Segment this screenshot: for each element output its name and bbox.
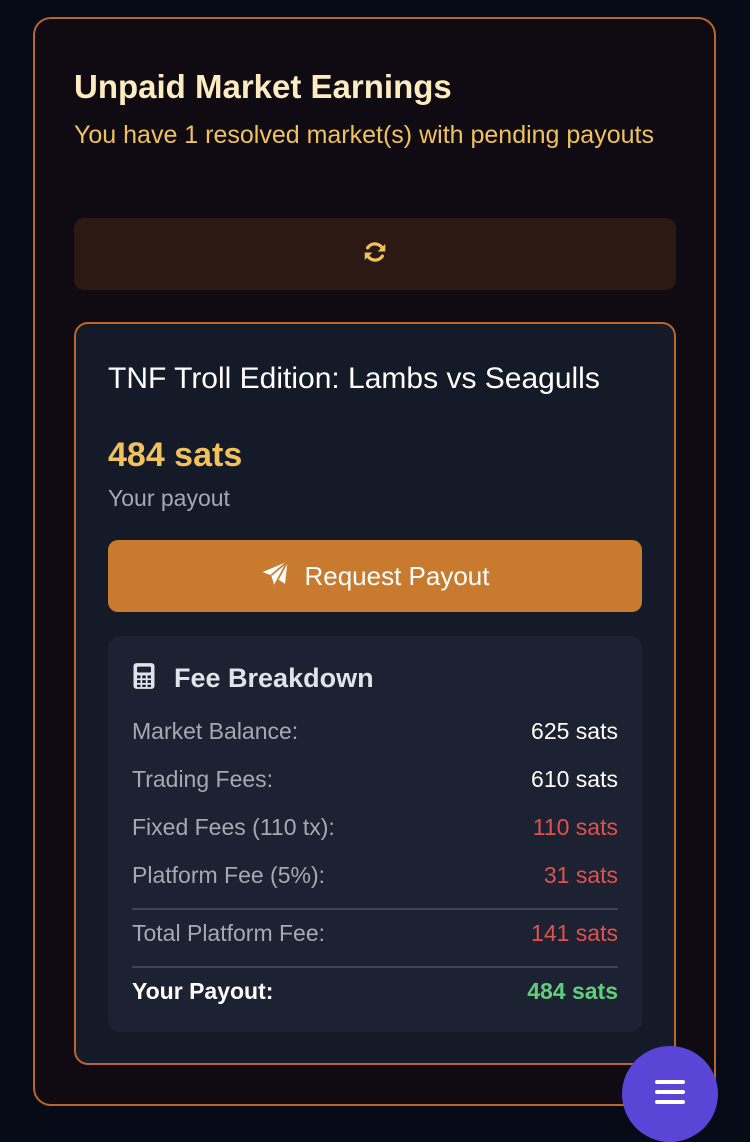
menu-fab-button[interactable] — [622, 1046, 718, 1142]
request-payout-button[interactable]: Request Payout — [108, 540, 642, 612]
fee-row-label: Total Platform Fee: — [132, 920, 326, 946]
fee-row-label: Fixed Fees (110 tx): — [132, 814, 335, 840]
market-title: TNF Troll Edition: Lambs vs Seagulls — [108, 362, 600, 395]
fee-row-market-balance: Market Balance: 625 sats — [132, 718, 618, 745]
menu-icon — [655, 1046, 685, 1111]
fee-row-value: 484 sats — [527, 978, 618, 1004]
paper-plane-icon — [260, 559, 290, 594]
fee-row-value: 110 sats — [532, 814, 618, 840]
fee-row-fixed-fees: Fixed Fees (110 tx): 110 sats — [132, 814, 618, 841]
fee-row-label: Your Payout: — [132, 978, 274, 1004]
fee-row-platform-fee: Platform Fee (5%): 31 sats — [132, 862, 618, 889]
page-title: Unpaid Market Earnings — [74, 68, 452, 105]
fee-row-label: Trading Fees: — [132, 766, 274, 792]
fee-row-label: Platform Fee (5%): — [132, 862, 325, 888]
fee-row-trading-fees: Trading Fees: 610 sats — [132, 766, 618, 793]
fee-row-value: 31 sats — [543, 862, 618, 888]
payout-label: Your payout — [108, 485, 230, 511]
fee-breakdown-header: Fee Breakdown — [132, 662, 374, 695]
fee-breakdown-heading: Fee Breakdown — [174, 663, 374, 693]
fee-divider — [132, 908, 618, 910]
fee-divider — [132, 966, 618, 968]
payout-amount: 484 sats — [108, 436, 243, 474]
fee-row-label: Market Balance: — [132, 718, 299, 744]
fee-row-your-payout: Your Payout: 484 sats — [132, 978, 618, 1005]
pending-payouts-subtitle: You have 1 resolved market(s) with pendi… — [74, 121, 654, 149]
refresh-icon — [362, 239, 388, 270]
calculator-icon — [132, 662, 156, 695]
fee-row-value: 625 sats — [531, 718, 618, 744]
fee-row-value: 141 sats — [531, 920, 618, 946]
fee-row-value: 610 sats — [531, 766, 618, 792]
fee-row-total-platform-fee: Total Platform Fee: 141 sats — [132, 920, 618, 947]
request-payout-label: Request Payout — [304, 560, 490, 591]
refresh-button[interactable] — [74, 218, 676, 290]
